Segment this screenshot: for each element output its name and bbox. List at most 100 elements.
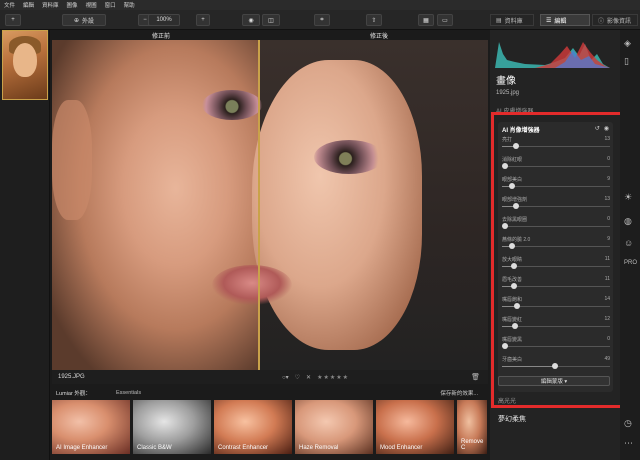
slider-row[interactable]: 眉毛改善 11	[502, 276, 610, 290]
tab-edit[interactable]: ☰ 編輯	[540, 14, 590, 26]
compare-button[interactable]: ◫	[262, 14, 280, 26]
import-button[interactable]: ⊕ 外設	[62, 14, 106, 26]
next-section-label: 高光光	[498, 399, 517, 405]
more-icon[interactable]: ⋯	[624, 438, 633, 449]
layers-icon[interactable]: ◈	[624, 38, 631, 49]
slider-track[interactable]	[502, 226, 610, 227]
slider-knob[interactable]	[509, 183, 515, 189]
slider-row[interactable]: 蕎條的臉 2.0 9	[502, 236, 610, 250]
trash-icon[interactable]: 🗑	[471, 373, 480, 381]
menu-file[interactable]: 文件	[4, 1, 15, 9]
zoom-in-button[interactable]: +	[196, 14, 210, 26]
zoom-select[interactable]: 100%	[148, 14, 180, 26]
slider-label: 嘴唇變紅	[502, 317, 523, 323]
add-button[interactable]: +	[5, 14, 21, 26]
slider-track[interactable]	[502, 286, 610, 287]
slider-label: 眼部增強劑	[502, 197, 528, 203]
slider-knob[interactable]	[511, 283, 517, 289]
before-after-split-handle[interactable]	[258, 40, 260, 370]
creative-palette-icon[interactable]: ◍	[624, 216, 632, 227]
slider-row[interactable]: 眼部增強劑 13	[502, 196, 610, 210]
slider-row[interactable]: 眼部美白 9	[502, 176, 610, 190]
look-item[interactable]: AI Image Enhancer	[52, 400, 130, 454]
slider-knob[interactable]	[509, 243, 515, 249]
slider-value: 11	[604, 276, 610, 282]
history-clock-icon[interactable]: ◷	[624, 418, 632, 429]
status-bar: 1925.JPG ○▾ ♡ ✕ ★★★★★ 🗑	[52, 370, 488, 384]
toolbar: + ⊕ 外設 − 100% + ◉ ◫ ⌗ ⇧ ▦ ▭ ▤ 資料庫 ☰ 編輯 ⓘ…	[0, 10, 640, 30]
slider-row[interactable]: 嘴唇飽和 14	[502, 296, 610, 310]
slider-label: 嘴唇變黑	[502, 337, 523, 343]
grid-view-button[interactable]: ▦	[418, 14, 434, 26]
slider-track[interactable]	[502, 326, 610, 327]
crop-button[interactable]: ⌗	[314, 14, 330, 26]
file-name: 1925.JPG	[58, 374, 85, 380]
look-item[interactable]: Contrast Enhancer	[214, 400, 292, 454]
tab-info[interactable]: ⓘ 影像資訊	[592, 14, 638, 26]
look-label: Haze Removal	[299, 445, 339, 451]
slider-row[interactable]: 嘴唇變黑 0	[502, 336, 610, 350]
slider-track[interactable]	[502, 186, 610, 187]
flag-icon[interactable]: ○▾	[282, 374, 289, 381]
tab-library[interactable]: ▤ 資料庫	[490, 14, 534, 26]
edit-mask-button[interactable]: 編輯蒙版 ▾	[498, 376, 610, 386]
slider-knob[interactable]	[502, 163, 508, 169]
slider-track[interactable]	[502, 166, 610, 167]
looks-category-select[interactable]: Essentials	[116, 390, 141, 396]
look-item[interactable]: Mood Enhancer	[376, 400, 454, 454]
single-view-button[interactable]: ▭	[437, 14, 453, 26]
look-item[interactable]: Classic B&W	[133, 400, 211, 454]
filmstrip-thumbnail[interactable]	[2, 30, 48, 100]
slider-knob[interactable]	[513, 203, 519, 209]
menu-window[interactable]: 窗口	[105, 1, 116, 9]
menu-view[interactable]: 視圖	[86, 1, 97, 9]
library-icon: ▤	[496, 17, 502, 24]
slider-label: 蕎條的臉 2.0	[502, 237, 531, 243]
slider-knob[interactable]	[511, 263, 517, 269]
slider-row[interactable]: 放大眼睛 11	[502, 256, 610, 270]
tab-edit-label: 編輯	[554, 18, 567, 25]
slider-track[interactable]	[502, 246, 610, 247]
slider-knob[interactable]	[512, 323, 518, 329]
menu-help[interactable]: 幫助	[124, 1, 135, 9]
slider-track[interactable]	[502, 266, 610, 267]
slider-row[interactable]: 消除紅眼 0	[502, 156, 610, 170]
portrait-photo[interactable]	[52, 40, 488, 370]
heart-icon[interactable]: ♡	[295, 374, 300, 381]
star-rating[interactable]: ★★★★★	[317, 374, 349, 381]
slider-knob[interactable]	[502, 343, 508, 349]
slider-label: 眼部美白	[502, 177, 523, 183]
menu-edit[interactable]: 編輯	[23, 1, 34, 9]
look-item[interactable]: Haze Removal	[295, 400, 373, 454]
essentials-sun-icon[interactable]: ☀	[624, 192, 632, 203]
next-section-title[interactable]: 夢幻柔焦	[498, 414, 526, 424]
slider-track[interactable]	[502, 346, 610, 347]
share-button[interactable]: ⇧	[366, 14, 382, 26]
look-item[interactable]: Remove C	[457, 400, 487, 454]
pro-tools-icon[interactable]: PRO	[624, 260, 637, 266]
panels-icon[interactable]: ▯	[624, 56, 629, 67]
menu-image[interactable]: 圖像	[67, 1, 78, 9]
after-label: 修正後	[270, 30, 488, 40]
slider-row[interactable]: 牙齒美白 49	[502, 356, 610, 370]
portrait-face-icon[interactable]: ☺	[624, 238, 633, 248]
slider-knob[interactable]	[502, 223, 508, 229]
look-label: AI Image Enhancer	[56, 445, 108, 451]
slider-value: 11	[604, 256, 610, 262]
slider-knob[interactable]	[514, 303, 520, 309]
save-look-button[interactable]: 保存新的效果...	[440, 389, 478, 397]
visibility-eye-icon[interactable]: ◉	[604, 125, 609, 132]
share-icon: ⇧	[371, 17, 377, 24]
reset-icon[interactable]: ↺	[595, 125, 600, 132]
slider-row[interactable]: 亮打 13	[502, 136, 610, 150]
slider-value: 49	[604, 356, 610, 362]
preview-eye-button[interactable]: ◉	[242, 14, 260, 26]
slider-knob[interactable]	[513, 143, 519, 149]
slider-label: 消除紅眼	[502, 157, 523, 163]
slider-row[interactable]: 去除黑眼圈 0	[502, 216, 610, 230]
looks-strip: AI Image Enhancer Classic B&W Contrast E…	[52, 400, 488, 454]
menu-library[interactable]: 資料庫	[42, 1, 59, 9]
slider-knob[interactable]	[552, 363, 558, 369]
reject-icon[interactable]: ✕	[306, 374, 311, 381]
slider-row[interactable]: 嘴唇變紅 12	[502, 316, 610, 330]
